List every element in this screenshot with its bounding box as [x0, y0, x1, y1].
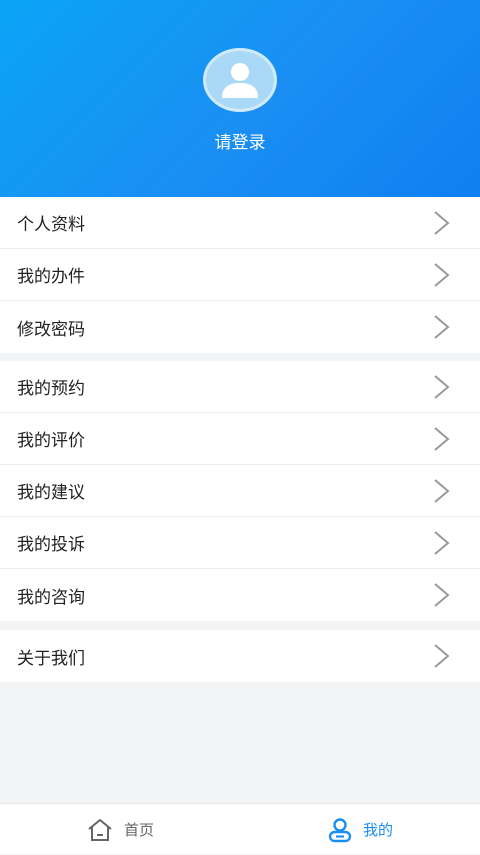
- menu-item-label: 我的建议: [17, 483, 85, 503]
- chevron-right-icon: [434, 583, 450, 607]
- menu-item-label: 我的评价: [17, 431, 85, 451]
- bottom-tab-bar: 首页 我的: [0, 803, 480, 854]
- login-link[interactable]: 请登录: [0, 128, 480, 153]
- tab-home[interactable]: 首页: [0, 804, 240, 855]
- tab-label: 我的: [362, 821, 393, 839]
- chevron-right-icon: [434, 211, 450, 235]
- chevron-right-icon: [434, 644, 450, 668]
- user-icon: [328, 817, 352, 842]
- menu-item-label: 我的投诉: [17, 535, 85, 555]
- menu-item-label: 关于我们: [17, 648, 85, 669]
- menu-item-change-password[interactable]: 修改密码: [0, 301, 480, 353]
- home-icon: [88, 818, 112, 841]
- menu-group-account: 个人资料 我的办件 修改密码: [0, 197, 480, 353]
- menu-item-reviews[interactable]: 我的评价: [0, 413, 480, 465]
- menu-item-suggestions[interactable]: 我的建议: [0, 465, 480, 517]
- tab-mine[interactable]: 我的: [240, 804, 480, 855]
- chevron-right-icon: [434, 375, 450, 399]
- menu-group-services: 我的预约 我的评价 我的建议 我的投诉 我的咨询: [0, 361, 480, 621]
- menu-item-profile[interactable]: 个人资料: [0, 197, 480, 249]
- menu-item-about-us[interactable]: 关于我们: [0, 630, 480, 682]
- tab-label: 首页: [123, 821, 154, 839]
- menu-item-label: 我的办件: [17, 267, 85, 287]
- menu-item-label: 个人资料: [17, 215, 85, 235]
- chevron-right-icon: [434, 427, 450, 451]
- avatar[interactable]: [203, 48, 277, 112]
- menu-item-label: 我的咨询: [17, 587, 85, 608]
- profile-header: 请登录: [0, 0, 480, 197]
- menu-item-label: 我的预约: [17, 379, 85, 399]
- menu-item-inquiries[interactable]: 我的咨询: [0, 569, 480, 621]
- chevron-right-icon: [434, 479, 450, 503]
- menu-item-label: 修改密码: [17, 319, 85, 340]
- chevron-right-icon: [434, 531, 450, 555]
- menu-item-appointments[interactable]: 我的预约: [0, 361, 480, 413]
- user-icon: [222, 63, 258, 98]
- menu-item-complaints[interactable]: 我的投诉: [0, 517, 480, 569]
- chevron-right-icon: [434, 263, 450, 287]
- menu-item-my-cases[interactable]: 我的办件: [0, 249, 480, 301]
- menu-group-about: 关于我们: [0, 630, 480, 682]
- chevron-right-icon: [434, 315, 450, 339]
